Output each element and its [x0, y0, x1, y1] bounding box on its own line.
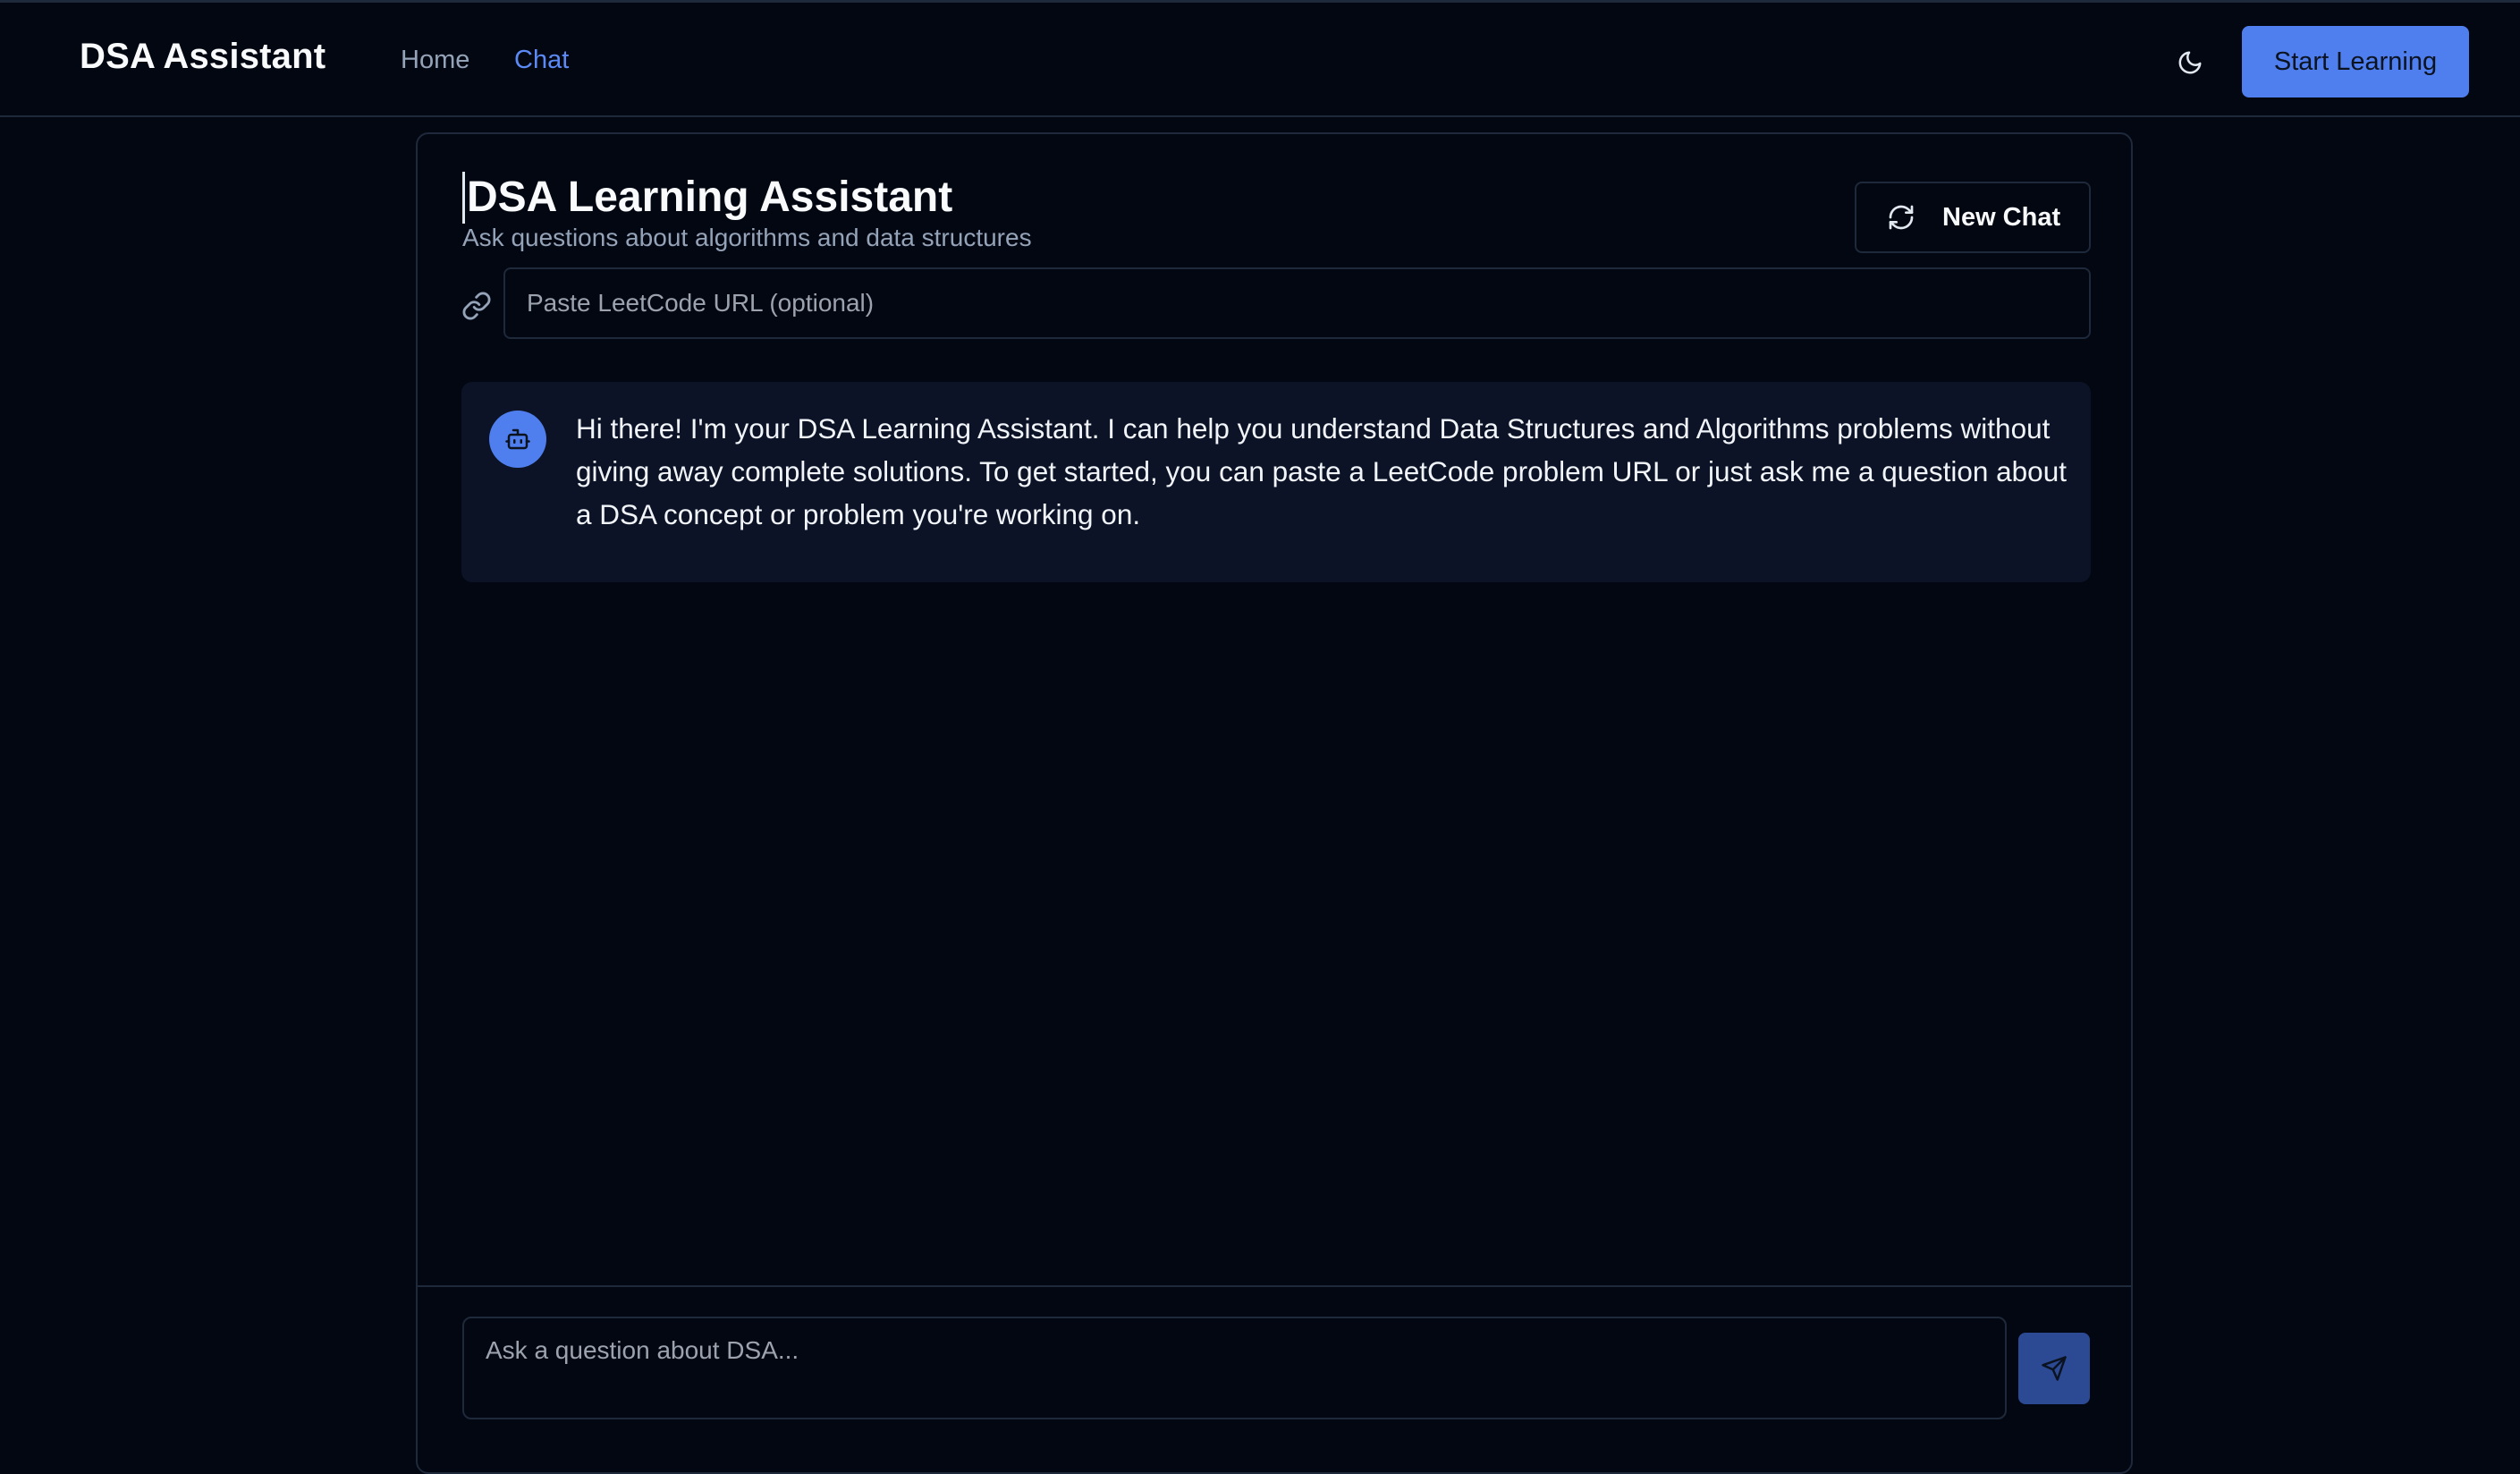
- leetcode-url-input[interactable]: [503, 267, 2091, 339]
- link-icon: [462, 292, 491, 320]
- moon-icon: [2178, 51, 2202, 74]
- question-input[interactable]: [462, 1317, 2007, 1419]
- assistant-message-text: Hi there! I'm your DSA Learning Assistan…: [576, 412, 2067, 530]
- nav-link-home[interactable]: Home: [401, 46, 469, 75]
- brand-logo[interactable]: DSA Assistant: [80, 37, 326, 77]
- assistant-avatar: [489, 411, 546, 468]
- refresh-icon: [1889, 205, 1914, 230]
- top-navbar: DSA Assistant Home Chat Start Learning: [0, 0, 2520, 117]
- new-chat-button[interactable]: New Chat: [1855, 182, 2091, 253]
- assistant-message: Hi there! I'm your DSA Learning Assistan…: [461, 382, 2091, 582]
- theme-toggle-button[interactable]: [2169, 42, 2211, 83]
- send-button[interactable]: [2018, 1333, 2090, 1404]
- page-subtitle: Ask questions about algorithms and data …: [462, 224, 1032, 251]
- start-learning-button[interactable]: Start Learning: [2242, 26, 2469, 97]
- chat-card: DSA Learning Assistant Ask questions abo…: [416, 132, 2133, 1474]
- send-icon: [2042, 1356, 2067, 1381]
- bot-icon: [505, 428, 530, 450]
- new-chat-label: New Chat: [1942, 202, 2061, 232]
- message-composer: [418, 1285, 2131, 1474]
- page-title: DSA Learning Assistant: [462, 172, 952, 224]
- nav-link-chat[interactable]: Chat: [514, 46, 569, 75]
